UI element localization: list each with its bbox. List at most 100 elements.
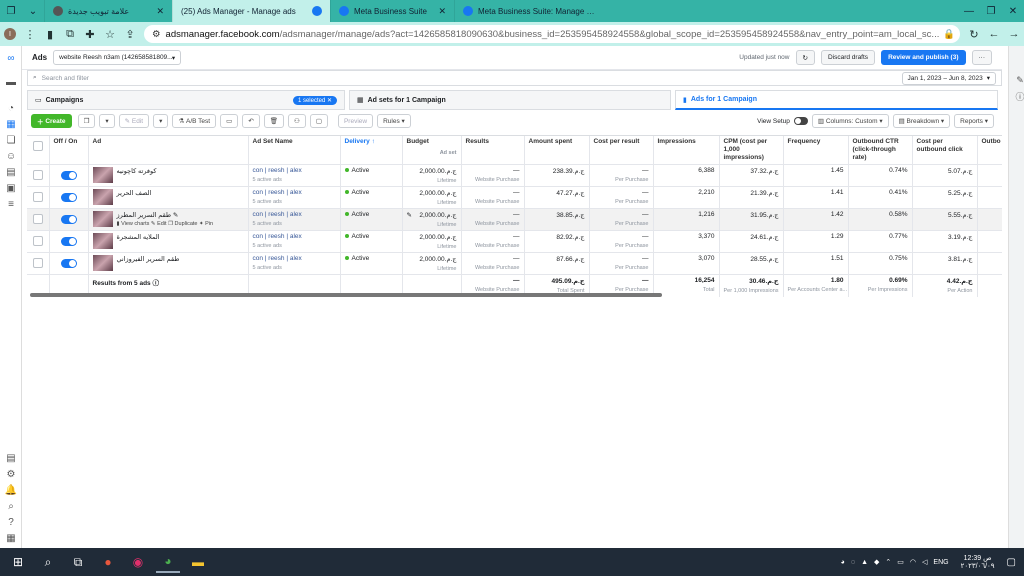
row-select-cell[interactable] — [27, 230, 50, 253]
tab-business-suite[interactable]: Meta Business Suite ✕ — [330, 0, 454, 22]
col-header-cpm[interactable]: CPM (cost per 1,000 impressions) — [719, 136, 784, 165]
pencil-icon[interactable]: ✎ — [1009, 72, 1024, 88]
adset-cell[interactable]: con | reesh | alex 5 active ads — [248, 164, 341, 187]
col-header-outbound[interactable]: Outbo — [977, 136, 1002, 165]
report-icon[interactable]: ▦ — [0, 530, 22, 546]
pencil-icon[interactable]: ✎ — [407, 211, 412, 219]
toggle-cell[interactable] — [49, 164, 89, 187]
adset-cell[interactable]: con | reesh | alex 5 active ads — [248, 208, 341, 231]
notifications-icon[interactable]: 🔔 — [0, 482, 22, 498]
tab-business-suite-2[interactable]: Meta Business Suite: Manage Fac — [454, 0, 604, 22]
adset-link[interactable]: con | reesh | alex — [253, 233, 302, 240]
row-checkbox[interactable] — [32, 170, 43, 180]
delete-button[interactable]: 🗑 — [263, 114, 284, 128]
duplicate-dropdown[interactable]: ▾ — [99, 114, 115, 128]
budget-cell[interactable]: ✎ ج.م.‏2,000.00 Lifetime — [402, 208, 462, 231]
col-header-cost-per-result[interactable]: Cost per result — [589, 136, 654, 165]
horizontal-scrollbar[interactable] — [30, 293, 662, 297]
table-row[interactable]: طقم السرير الفيروزاني con | reesh | alex 5… — [27, 252, 1002, 275]
pages-icon[interactable]: ❏ — [0, 132, 22, 148]
ad-on-toggle[interactable] — [60, 171, 77, 180]
ad-cell[interactable]: الصف الحرير — [88, 186, 249, 209]
battery-icon[interactable]: ▭ — [897, 558, 904, 566]
col-header-ad[interactable]: Ad — [88, 136, 249, 165]
undo-button[interactable]: ↶ — [242, 114, 260, 128]
chrome-icon[interactable]: ◕ — [156, 551, 180, 573]
budget-cell[interactable]: ج.م.‏2,000.00 Lifetime — [402, 164, 462, 187]
bookmark-star-icon[interactable]: ☆ — [100, 23, 120, 45]
search-filter-bar[interactable]: ⌕ Search and filter Jan 1, 2023 – Jun 8,… — [27, 70, 1002, 86]
ad-name[interactable]: طقم السرير المطرز — [117, 212, 172, 219]
col-header-impressions[interactable]: Impressions — [653, 136, 720, 165]
row-select-cell[interactable] — [27, 186, 50, 209]
ad-on-toggle[interactable] — [60, 215, 77, 224]
col-header-frequency[interactable]: Frequency — [783, 136, 849, 165]
clock[interactable]: 12:39 ص ٢٠٢٣/٠٦/٠٩ — [958, 554, 998, 570]
adset-link[interactable]: con | reesh | alex — [253, 211, 302, 218]
menu-icon[interactable]: ≡ — [0, 196, 22, 212]
ad-cell[interactable]: الملايه المشجرة — [88, 230, 249, 253]
create-button[interactable]: ＋ Create — [31, 114, 72, 128]
table-icon[interactable]: ▦ — [0, 116, 22, 132]
lock-icon[interactable]: 🔒 — [939, 29, 955, 40]
url-field[interactable]: ⚙ adsmanager.facebook.com/adsmanager/man… — [144, 25, 960, 43]
row-checkbox[interactable] — [32, 214, 43, 224]
reports-button[interactable]: Reports ▾ — [954, 114, 994, 128]
budget-cell[interactable]: ج.م.‏2,000.00 Lifetime — [402, 186, 462, 209]
budget-cell[interactable]: ج.م.‏2,000.00 Lifetime — [402, 230, 462, 253]
col-header-results[interactable]: Results — [461, 136, 525, 165]
tab-campaigns[interactable]: ▭ Campaigns 1 selected ✕ — [27, 90, 345, 110]
chevron-up-icon[interactable]: ⌃ — [885, 558, 891, 566]
adset-cell[interactable]: con | reesh | alex 5 active ads — [248, 252, 341, 275]
tray-app-icon[interactable]: ◌ — [851, 559, 855, 566]
language-indicator[interactable]: ENG — [933, 559, 948, 566]
ad-cell[interactable]: كوفرته كاچونيه — [88, 164, 249, 187]
back-icon[interactable]: ← — [984, 23, 1004, 45]
ad-name[interactable]: الملايه المشجرة — [117, 234, 160, 241]
columns-button[interactable]: ▥ Columns: Custom ▾ — [811, 114, 889, 128]
profile-avatar[interactable]: I — [4, 28, 16, 40]
duplicate-link[interactable]: Duplicate — [175, 221, 198, 227]
row-checkbox[interactable] — [32, 258, 43, 268]
ad-cell[interactable]: طقم السرير المطرز ✎ ▮ View charts ✎ Edit … — [88, 208, 249, 231]
search-icon[interactable]: ⌕ — [36, 551, 60, 573]
tab-search-icon[interactable]: ⌄ — [22, 0, 44, 22]
toggle-cell[interactable] — [49, 186, 89, 209]
search-icon[interactable]: ⌕ — [0, 498, 22, 514]
help-icon[interactable]: ? — [0, 514, 22, 530]
col-header-delivery[interactable]: Delivery ↑ — [340, 136, 403, 165]
info-icon[interactable]: ⓘ — [152, 280, 159, 287]
window-menu-icon[interactable]: ❐ — [0, 0, 22, 22]
rules-button[interactable]: Rules ▾ — [377, 114, 411, 128]
instagram-icon[interactable]: ◉ — [126, 551, 150, 573]
ad-on-toggle[interactable] — [60, 259, 77, 268]
ab-test-button[interactable]: ⚗ A/B Test — [172, 114, 217, 128]
col-header-budget[interactable]: Budget Ad set — [402, 136, 462, 165]
adset-cell[interactable]: con | reesh | alex 5 active ads — [248, 230, 341, 253]
chrome-tray-icon[interactable]: ◕ — [841, 559, 845, 566]
adset-link[interactable]: con | reesh | alex — [253, 255, 302, 262]
account-selector[interactable]: website Reesh n3am (142658581809... ▾ — [53, 50, 182, 65]
col-header-outbound-ctr[interactable]: Outbound CTR (click-through rate) — [848, 136, 913, 165]
table-row[interactable]: كوفرته كاچونيه con | reesh | alex 5 active… — [27, 164, 1002, 187]
table-row[interactable]: طقم السرير المطرز ✎ ▮ View charts ✎ Edit … — [27, 208, 1002, 231]
minimize-icon[interactable]: — — [958, 0, 980, 22]
toggle-cell[interactable] — [49, 252, 89, 275]
meta-logo-icon[interactable]: ∞ — [0, 50, 22, 66]
gauge-icon[interactable]: ◔ — [0, 100, 22, 116]
col-header-cost-per-outbound[interactable]: Cost per outbound click — [912, 136, 978, 165]
table-row[interactable]: الملايه المشجرة con | reesh | alex 5 activ… — [27, 230, 1002, 253]
view-charts-link[interactable]: View charts — [121, 221, 149, 227]
windows-start-icon[interactable]: ⊞ — [6, 551, 30, 573]
ad-on-toggle[interactable] — [60, 237, 77, 246]
close-tab-icon[interactable]: ✕ — [438, 6, 446, 17]
date-range-picker[interactable]: Jan 1, 2023 – Jun 8, 2023 ▾ — [901, 71, 996, 85]
wifi-icon[interactable]: ◠ — [910, 558, 916, 566]
duplicate-button[interactable]: ❐ — [77, 114, 96, 128]
more-menu-icon[interactable]: ⋮ — [20, 23, 40, 45]
edit-button[interactable]: ✎ Edit — [118, 114, 150, 128]
maximize-icon[interactable]: ❐ — [980, 0, 1002, 22]
adset-cell[interactable]: con | reesh | alex 5 active ads — [248, 186, 341, 209]
nvidia-icon[interactable]: ▲ — [861, 559, 868, 566]
tab-groups-icon[interactable]: ⧉ — [60, 23, 80, 45]
